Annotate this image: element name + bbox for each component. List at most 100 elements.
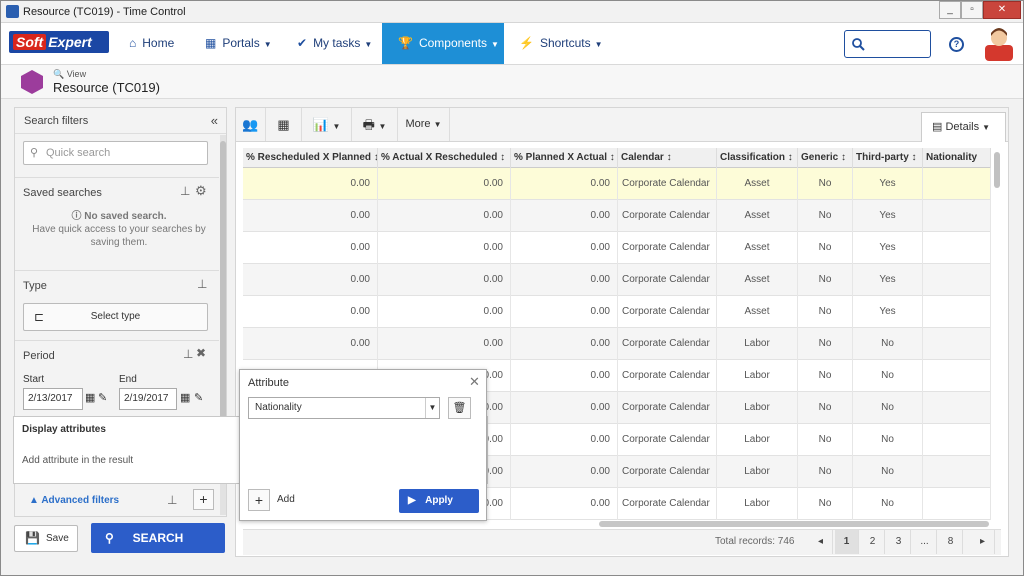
next-page-icon[interactable]: ▸	[971, 530, 995, 554]
calendar-icon[interactable]: ▦	[180, 391, 190, 404]
close-icon[interactable]: ✕	[469, 374, 480, 390]
clear-filter-icon[interactable]: ⊥	[167, 493, 177, 507]
nav-components[interactable]: 🏆 Components ▼	[382, 23, 504, 64]
search-icon	[852, 38, 865, 51]
quick-search-input[interactable]: ⚲ Quick search	[23, 141, 208, 165]
global-search-input[interactable]	[844, 30, 931, 58]
help-icon[interactable]: ?	[949, 37, 964, 52]
nav-home[interactable]: ⌂ Home	[129, 23, 189, 64]
table-cell: 0.00	[511, 264, 618, 296]
add-attribute-button[interactable]: +	[248, 489, 270, 511]
table-row[interactable]: 0.00 0.00 0.00 Corporate Calendar Asset No Yes	[243, 232, 991, 264]
table-row[interactable]: 0.00 0.00 0.00 Corporate Calendar Asset No Yes	[243, 168, 991, 200]
trash-icon[interactable]: 🗑	[448, 397, 471, 419]
no-saved-desc: Have quick access to your searches by sa…	[32, 224, 206, 248]
chart-icon[interactable]: 📊 ▼	[302, 108, 352, 141]
table-cell: No	[798, 232, 853, 264]
table-cell: Corporate Calendar	[618, 456, 717, 488]
table-cell: 0.00	[511, 200, 618, 232]
column-header[interactable]: Calendar ↕	[618, 148, 717, 168]
remove-icon[interactable]: ✖	[196, 346, 206, 360]
apply-button[interactable]: ▶ Apply	[399, 489, 479, 513]
table-cell: Asset	[717, 296, 798, 328]
grid-vertical-scrollbar[interactable]	[993, 148, 1001, 518]
table-cell: No	[853, 360, 923, 392]
more-menu[interactable]: More ▼	[398, 108, 450, 141]
save-button[interactable]: 💾 Save	[14, 525, 78, 552]
calendar-icon[interactable]: ▦	[85, 391, 95, 404]
gear-icon[interactable]: ⚙	[195, 183, 207, 199]
advanced-filters-link[interactable]: ▲ Advanced filters	[29, 495, 119, 506]
table-cell	[923, 200, 991, 232]
nav-my-tasks[interactable]: ✔ My tasks ▼	[297, 23, 377, 64]
column-header[interactable]: Classification ↕	[717, 148, 798, 168]
table-row[interactable]: 0.00 0.00 0.00 Corporate Calendar Asset No Yes	[243, 264, 991, 296]
column-header[interactable]: % Rescheduled X Planned ↕	[243, 148, 378, 168]
table-cell: No	[853, 392, 923, 424]
page-button[interactable]: 1	[835, 530, 859, 554]
top-nav: Soft Expert ⌂ Home ▦ Portals ▼ ✔ My tasks ▼ 🏆 C…	[1, 23, 1023, 65]
column-header[interactable]: Generic ↕	[798, 148, 853, 168]
table-cell: No	[853, 328, 923, 360]
add-label: Add	[277, 494, 295, 505]
resource-icon	[21, 70, 43, 94]
end-label: End	[119, 374, 137, 385]
nav-shortcuts[interactable]: ⚡ Shortcuts ▼	[519, 23, 603, 64]
lightning-icon: ⚡	[519, 36, 534, 50]
page-button[interactable]: 2	[861, 530, 885, 554]
table-cell: 0.00	[243, 264, 378, 296]
grid-horizontal-scrollbar[interactable]	[599, 521, 989, 527]
column-header[interactable]: % Planned X Actual ↕	[511, 148, 618, 168]
attribute-select[interactable]: Nationality ▼	[248, 397, 440, 419]
column-header[interactable]: Nationality	[923, 148, 991, 168]
page-button[interactable]: 3	[887, 530, 911, 554]
add-filter-button[interactable]: +	[193, 489, 214, 510]
close-window-button[interactable]: ✕	[983, 1, 1021, 19]
clear-filter-icon[interactable]: ⊥	[197, 277, 207, 291]
clear-filter-icon[interactable]: ⊥	[183, 347, 193, 361]
column-header[interactable]: % Actual X Rescheduled ↕	[378, 148, 511, 168]
minimize-button[interactable]: _	[939, 1, 961, 19]
search-button[interactable]: ⚲ SEARCH	[91, 523, 225, 553]
table-cell: 0.00	[511, 456, 618, 488]
table-cell: 0.00	[511, 232, 618, 264]
search-icon: ⚲	[30, 147, 39, 159]
details-view-button[interactable]: ▤ Details ▼	[921, 112, 1006, 142]
table-cell: 0.00	[511, 328, 618, 360]
collapse-panel-icon[interactable]: «	[211, 108, 218, 134]
prev-page-icon[interactable]: ◂	[809, 530, 833, 554]
table-cell	[923, 360, 991, 392]
eraser-icon[interactable]: ✎	[194, 391, 203, 404]
table-cell	[923, 456, 991, 488]
no-saved-message: ⓘ No saved search. Have quick access to …	[29, 210, 209, 249]
page-button[interactable]: ...	[913, 530, 937, 554]
nav-portals[interactable]: ▦ Portals ▼	[205, 23, 277, 64]
table-row[interactable]: 0.00 0.00 0.00 Corporate Calendar Asset No Yes	[243, 200, 991, 232]
table-cell	[923, 392, 991, 424]
start-date-input[interactable]: 2/13/2017	[23, 388, 83, 410]
chevron-down-icon: ▼	[594, 40, 603, 49]
table-row[interactable]: 0.00 0.00 0.00 Corporate Calendar Asset No Yes	[243, 296, 991, 328]
scrollbar-thumb[interactable]	[994, 152, 1000, 188]
select-type-button[interactable]: ⊏ Select type	[23, 303, 208, 331]
avatar[interactable]	[985, 25, 1013, 61]
page-button[interactable]: 8	[939, 530, 963, 554]
end-date-input[interactable]: 2/19/2017	[119, 388, 177, 410]
table-cell	[923, 328, 991, 360]
maximize-button[interactable]: ▫	[961, 1, 983, 19]
calendar-icon[interactable]: ▦	[266, 108, 302, 141]
print-icon[interactable]: 🖶 ▼	[352, 108, 398, 141]
chevron-down-icon: ▼	[425, 398, 439, 418]
softexpert-logo[interactable]: Soft Expert	[9, 31, 109, 53]
clear-filter-icon[interactable]: ⊥	[180, 184, 190, 198]
table-cell: 0.00	[511, 424, 618, 456]
table-cell: Corporate Calendar	[618, 424, 717, 456]
table-cell: 0.00	[243, 328, 378, 360]
eraser-icon[interactable]: ✎	[98, 391, 107, 404]
table-cell: Corporate Calendar	[618, 392, 717, 424]
column-header[interactable]: Third-party ↕	[853, 148, 923, 168]
table-row[interactable]: 0.00 0.00 0.00 Corporate Calendar Labor No No	[243, 328, 991, 360]
users-icon[interactable]: 👥	[236, 108, 266, 141]
home-icon: ⌂	[129, 36, 137, 50]
scrollbar-thumb[interactable]	[220, 141, 226, 441]
